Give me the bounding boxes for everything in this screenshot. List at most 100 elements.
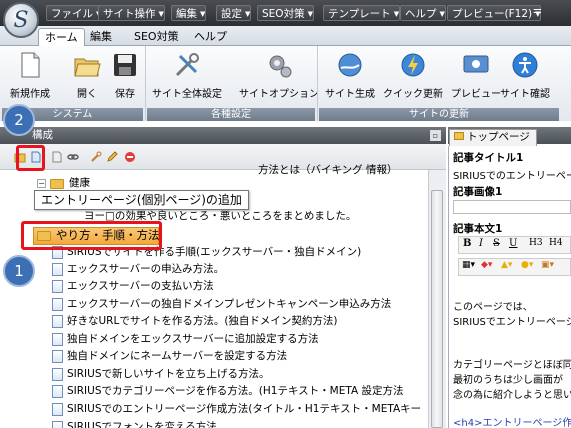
accessibility-icon bbox=[512, 52, 538, 78]
ribbon: 新規作成 開く 保存 サイト全体設定 サイトオプション サイト生成 クイック更新 bbox=[0, 46, 571, 121]
chevron-down-icon: ▼ bbox=[393, 10, 400, 18]
page-icon bbox=[52, 280, 63, 293]
folder-icon bbox=[454, 132, 464, 140]
article-body-line[interactable]: カテゴリーページとほぼ同じ bbox=[453, 356, 571, 371]
menu-file[interactable]: ファイル▼ bbox=[46, 5, 103, 21]
page-link-icon[interactable] bbox=[51, 151, 63, 163]
tree-item[interactable]: エックスサーバーの独自ドメインプレゼントキャンペーン申込み方法 bbox=[52, 296, 391, 313]
site-settings-button[interactable]: サイト全体設定 bbox=[152, 50, 222, 100]
tree-item[interactable]: 独自ドメインをエックスサーバーに追加設定する方法 bbox=[52, 331, 319, 348]
article-body-line[interactable]: 最初のうちは少し画面が bbox=[453, 371, 563, 386]
delete-icon[interactable] bbox=[124, 151, 136, 163]
button-label: サイト生成 bbox=[325, 89, 375, 100]
site-check-button[interactable]: サイト確認 bbox=[500, 50, 550, 100]
table-icon[interactable]: ▦▾ bbox=[462, 260, 475, 270]
open-button[interactable]: 開く bbox=[72, 50, 102, 100]
new-document-icon bbox=[21, 52, 40, 78]
article-title-label: 記事タイトル1 bbox=[453, 152, 524, 164]
scrollbar-thumb[interactable] bbox=[431, 190, 443, 428]
tree-item-label: エックスサーバーの支払い方法 bbox=[67, 280, 214, 292]
menu-template[interactable]: テンプレート ▼ bbox=[323, 5, 401, 21]
new-button[interactable]: 新規作成 bbox=[10, 50, 50, 100]
tree-item-label: 独自ドメインにネームサーバーを設定する方法 bbox=[67, 350, 288, 362]
tree-item-label: SIRIUSで新しいサイトを立ち上げる方法。 bbox=[67, 368, 270, 380]
edit-pencil-icon[interactable] bbox=[106, 151, 118, 163]
tree-item[interactable]: SIRIUSでのエントリーページ作成方法(タイトル・H1テキスト・METAキー bbox=[52, 401, 421, 418]
menu-label: テンプレート bbox=[328, 8, 391, 20]
article-title-field[interactable]: SIRIUSでのエントリーペー bbox=[453, 167, 571, 182]
menu-label: ファイル bbox=[51, 8, 93, 20]
folder-open-icon bbox=[74, 58, 101, 77]
tree-item[interactable]: エックスサーバーの申込み方法。 bbox=[52, 261, 224, 278]
wrench-icon[interactable] bbox=[90, 151, 102, 163]
bold-icon[interactable]: B bbox=[463, 238, 471, 249]
ribbon-tabs: ホーム 編集 SEO対策 ヘルプ bbox=[0, 26, 571, 46]
article-body-line[interactable]: このページでは、 bbox=[453, 298, 533, 313]
site-generate-button[interactable]: サイト生成 bbox=[325, 50, 375, 100]
tree-item-label: SIRIUSでフォントを変える方法 bbox=[67, 421, 217, 428]
strike-icon[interactable]: S bbox=[493, 238, 500, 249]
tree-item[interactable]: SIRIUSでカテゴリーページを作る方法。(H1テキスト・META 設定方法 bbox=[52, 383, 403, 400]
page-icon bbox=[52, 315, 63, 328]
emoji-icon[interactable]: ●▾ bbox=[521, 260, 533, 270]
save-button[interactable]: 保存 bbox=[110, 50, 140, 100]
wrench-screwdriver-icon bbox=[175, 53, 199, 77]
add-entry-page-tooltip: エントリーページ(個別ページ)の追加 bbox=[34, 190, 249, 210]
ribbon-separator bbox=[317, 46, 318, 121]
menu-preview[interactable]: プレビュー(F12) ▼ bbox=[447, 5, 542, 21]
panel-title: 構成 bbox=[32, 129, 53, 141]
highlight-box-selected-folder bbox=[21, 221, 162, 250]
menu-site-operation[interactable]: サイト操作 ▼ bbox=[98, 5, 165, 21]
tab-seo[interactable]: SEO対策 bbox=[128, 28, 185, 46]
panel-pin-icon[interactable]: ▫ bbox=[430, 130, 441, 141]
quick-update-button[interactable]: クイック更新 bbox=[383, 50, 443, 100]
folder-icon bbox=[50, 178, 64, 189]
tree-item[interactable]: SIRIUSで新しいサイトを立ち上げる方法。 bbox=[52, 366, 270, 383]
article-body-label: 記事本文1 bbox=[453, 223, 503, 235]
underline-icon[interactable]: U bbox=[509, 238, 517, 249]
tab-top-page[interactable]: トップページ bbox=[449, 129, 537, 146]
chain-link-icon[interactable] bbox=[67, 151, 79, 163]
globe-icon bbox=[338, 53, 362, 77]
tab-edit[interactable]: 編集 bbox=[84, 28, 118, 46]
editor-color-toolbar: ▦▾ ◆▾ ▲▾ ●▾ ▣▾ bbox=[458, 258, 571, 276]
tree-item[interactable]: 方法とは（バイキング 情報） bbox=[258, 162, 398, 179]
article-body-line[interactable]: 念の為に紹介しようと思い bbox=[453, 386, 571, 401]
article-body-h4-tag[interactable]: <h4>エントリーページ作成 bbox=[453, 414, 571, 428]
collapse-icon[interactable]: − bbox=[37, 179, 46, 188]
chevron-down-icon: ▼ bbox=[158, 10, 164, 18]
tree-item-label: エックスサーバーの申込み方法。 bbox=[67, 263, 225, 275]
menu-label: 設定 bbox=[221, 8, 242, 20]
menu-seo[interactable]: SEO対策 ▼ bbox=[257, 5, 314, 21]
tree-item[interactable]: 独自ドメインにネームサーバーを設定する方法 bbox=[52, 348, 287, 365]
tree-item[interactable]: エックスサーバーの支払い方法 bbox=[52, 278, 214, 295]
menu-help[interactable]: ヘルプ ▼ bbox=[400, 5, 446, 21]
tree-item[interactable]: SIRIUSでフォントを変える方法 bbox=[52, 419, 217, 428]
h3-icon[interactable]: H3 bbox=[529, 238, 543, 248]
marker-icon[interactable]: ▲▾ bbox=[501, 260, 512, 270]
tab-home[interactable]: ホーム bbox=[38, 28, 85, 46]
menu-settings[interactable]: 設定 ▼ bbox=[216, 5, 252, 21]
tab-help[interactable]: ヘルプ bbox=[188, 28, 233, 46]
app-logo[interactable]: S bbox=[3, 2, 39, 38]
h4-icon[interactable]: H4 bbox=[549, 238, 563, 248]
article-body-line[interactable]: SIRIUSでエントリーページ bbox=[453, 313, 571, 328]
customize-quick-access-icon[interactable]: ⚌ bbox=[533, 5, 542, 16]
page-icon bbox=[52, 403, 63, 416]
text-color-icon[interactable]: ◆▾ bbox=[481, 260, 492, 270]
chevron-down-icon: ▼ bbox=[439, 10, 445, 18]
tree-item-label: SIRIUSでのエントリーページ作成方法(タイトル・H1テキスト・METAキー bbox=[67, 403, 422, 415]
monitor-preview-icon bbox=[463, 55, 489, 73]
button-label: 保存 bbox=[115, 89, 135, 100]
preview-button[interactable]: プレビュー bbox=[451, 50, 501, 100]
tree-item[interactable]: 好きなURLでサイトを作る方法。(独自ドメイン契約方法) bbox=[52, 313, 338, 330]
menu-edit[interactable]: 編集 ▼ bbox=[171, 5, 207, 21]
site-options-button[interactable]: サイトオプション bbox=[239, 50, 319, 100]
tree-item-label: 好きなURLでサイトを作る方法。(独自ドメイン契約方法) bbox=[67, 315, 338, 327]
page-icon bbox=[52, 298, 63, 311]
image-icon[interactable]: ▣▾ bbox=[541, 260, 554, 270]
floppy-disk-icon bbox=[114, 54, 136, 76]
italic-icon[interactable]: I bbox=[479, 238, 483, 249]
structure-panel-header: 構成 ▫ bbox=[0, 127, 446, 144]
article-image-field[interactable] bbox=[453, 200, 571, 214]
